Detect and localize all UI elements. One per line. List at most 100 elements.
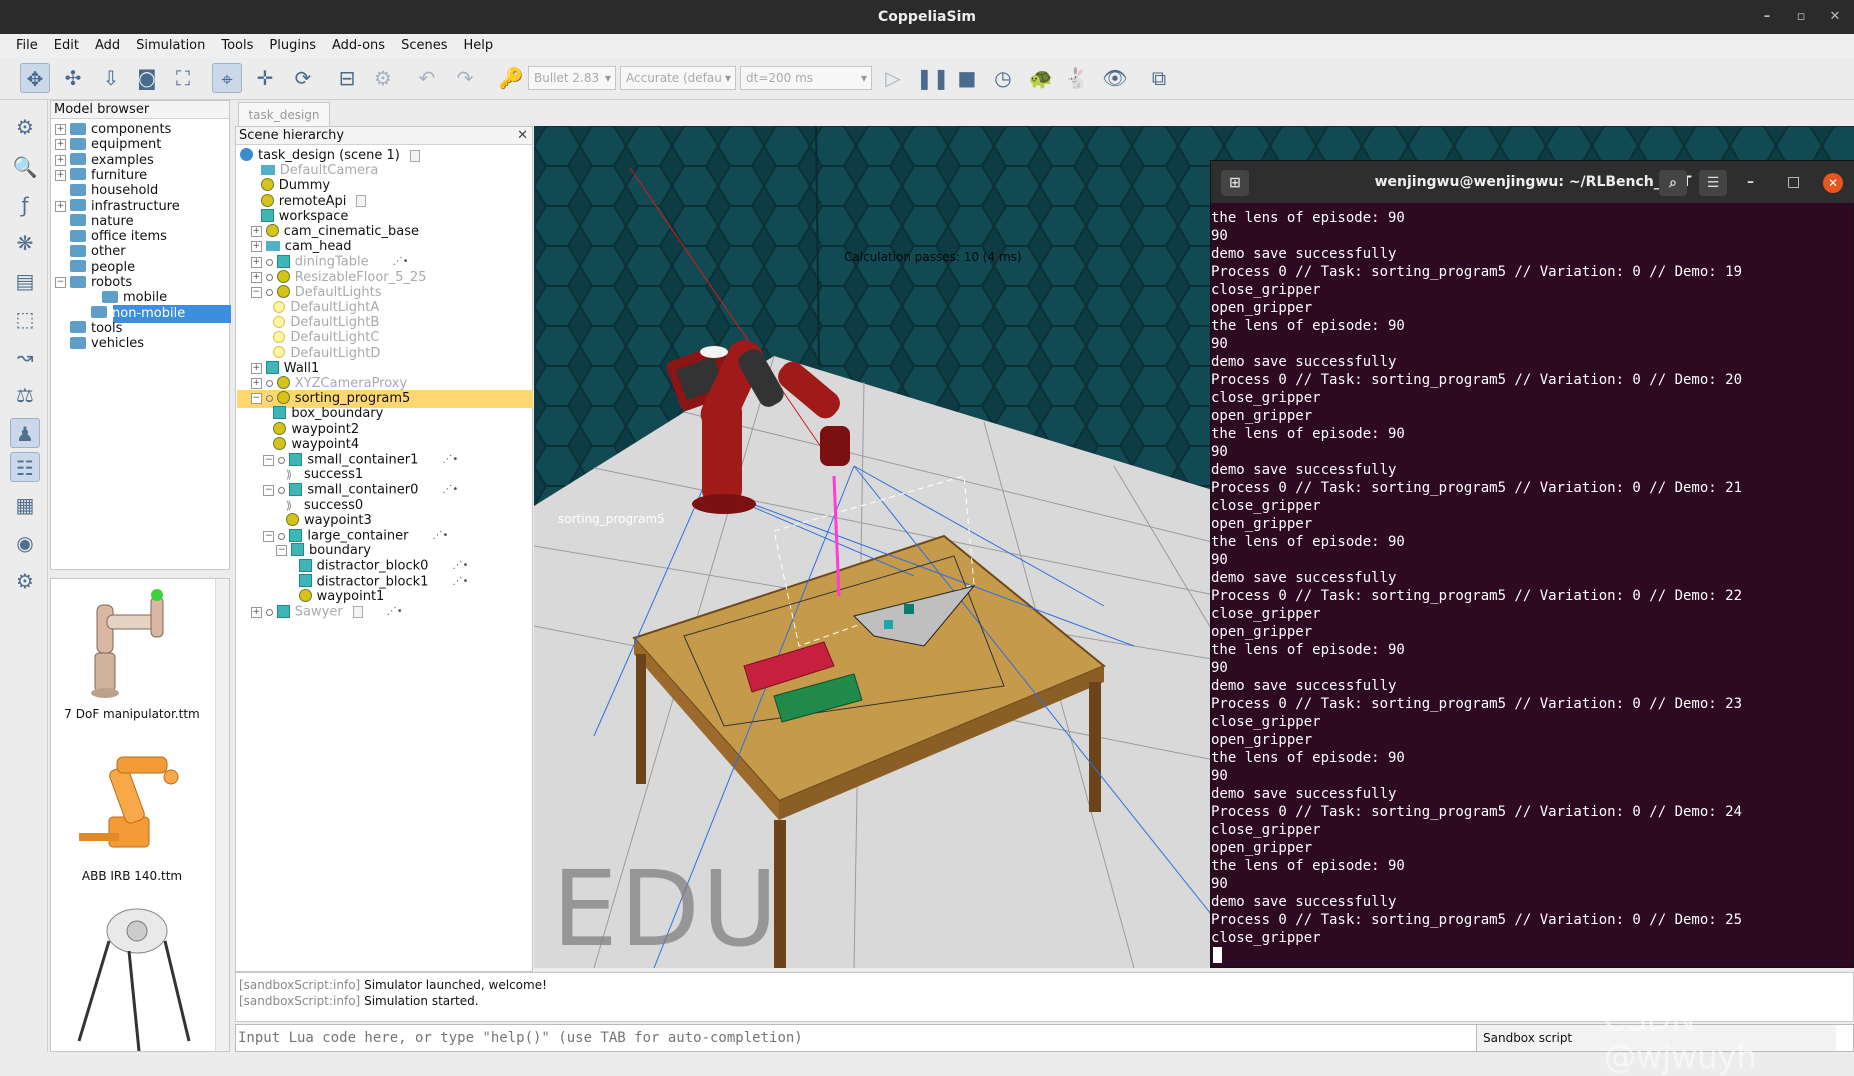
camera-pan-icon[interactable]: ✥ xyxy=(20,63,50,93)
abb-irb140-thumbnail[interactable] xyxy=(59,737,209,857)
new-tab-icon[interactable]: ⊞ xyxy=(1221,170,1249,196)
scene-hierarchy-toggle-icon[interactable]: ☷ xyxy=(10,452,40,482)
hierarchy-item-label: workspace xyxy=(278,208,349,224)
redo-icon[interactable]: ↷ xyxy=(450,63,480,93)
expand-icon[interactable]: − xyxy=(276,545,287,557)
collections-icon[interactable]: ⚖ xyxy=(10,380,40,410)
accuracy-select[interactable]: Accurate (defau xyxy=(620,66,736,90)
physics-engine-icon[interactable]: 🔑 xyxy=(496,63,526,93)
expand-icon[interactable]: − xyxy=(55,277,66,288)
script-icon[interactable] xyxy=(352,606,363,618)
slower-icon[interactable]: 🐢 xyxy=(1026,63,1056,93)
layers-icon[interactable]: ▦ xyxy=(10,490,40,520)
shape-edit-icon[interactable]: ❋ xyxy=(10,228,40,258)
camera-angle-icon[interactable]: ◙ xyxy=(132,63,162,93)
model-base-icon xyxy=(278,532,286,540)
expand-icon[interactable]: − xyxy=(263,484,275,496)
close-icon[interactable]: ✕ xyxy=(1826,8,1844,26)
folder-label: other xyxy=(91,244,126,260)
menu-scenes[interactable]: Scenes xyxy=(393,34,455,58)
menu-help[interactable]: Help xyxy=(455,34,501,58)
menu-add[interactable]: Add xyxy=(87,34,128,58)
faster-icon[interactable]: 🐇 xyxy=(1062,63,1092,93)
model-base-icon xyxy=(278,486,286,494)
maximize-icon[interactable]: □ xyxy=(1787,161,1800,203)
expand-icon[interactable]: + xyxy=(55,139,66,151)
selection-icon[interactable]: ⬚ xyxy=(10,304,40,334)
expand-icon[interactable]: + xyxy=(250,256,262,268)
expand-icon[interactable]: + xyxy=(250,362,262,374)
expand-icon[interactable]: + xyxy=(250,606,262,618)
hierarchy-item-label: success1 xyxy=(304,467,364,483)
shape-icon xyxy=(276,604,290,618)
script-icon[interactable] xyxy=(409,149,420,162)
menu-plugins[interactable]: Plugins xyxy=(261,34,324,58)
expand-icon[interactable]: + xyxy=(55,124,66,135)
model-folder-vehicles[interactable]: vehicles xyxy=(51,335,144,353)
pause-icon[interactable]: ❚❚ xyxy=(916,63,950,93)
terminal-line: the lens of episode: 90 xyxy=(1211,750,1405,766)
hierarchy-item[interactable]: + Sawyer ⋰• xyxy=(250,603,403,621)
expand-icon[interactable]: + xyxy=(55,154,66,166)
expand-icon[interactable]: + xyxy=(250,271,262,283)
camera-shift-icon[interactable]: ⇩ xyxy=(96,63,126,93)
expand-icon[interactable]: + xyxy=(55,200,66,212)
click-select-icon[interactable]: ⌖ xyxy=(212,63,242,93)
menu-addons[interactable]: Add-ons xyxy=(324,34,393,58)
model-folder-non-mobile[interactable]: non-mobile xyxy=(91,304,231,323)
expand-icon[interactable]: + xyxy=(55,169,66,181)
script-icon[interactable] xyxy=(356,195,367,208)
engine-select[interactable]: Bullet 2.83 xyxy=(528,66,616,90)
scene-icon xyxy=(240,148,253,161)
visualization-icon[interactable]: 👁 xyxy=(1100,63,1130,93)
realtime-icon[interactable]: ◷ xyxy=(988,63,1018,93)
delta-robot-thumbnail[interactable] xyxy=(59,901,209,1051)
scene-switch-icon[interactable]: ⧉ xyxy=(1144,63,1174,93)
7dof-manipulator-thumbnail[interactable] xyxy=(59,585,209,703)
stop-icon[interactable]: ■ xyxy=(952,63,982,93)
expand-icon[interactable]: + xyxy=(250,241,262,253)
video-recorder-icon[interactable]: ◉ xyxy=(10,528,40,558)
fit-to-view-icon[interactable]: ⛶ xyxy=(168,63,198,93)
expand-icon[interactable]: − xyxy=(263,454,275,466)
model-browser-toggle-icon[interactable]: ♟ xyxy=(10,418,40,448)
transfer-dna-icon[interactable]: ⚙ xyxy=(368,63,398,93)
scene-object-properties-icon[interactable]: ⚙ xyxy=(10,112,40,142)
close-icon[interactable]: ✕ xyxy=(517,127,528,145)
console-line: [sandboxScript:info] Simulator launched,… xyxy=(239,977,1850,993)
camera-rotate-icon[interactable]: ✣ xyxy=(58,63,88,93)
undo-icon[interactable]: ↶ xyxy=(412,63,442,93)
path-icon[interactable]: ↝ xyxy=(10,342,40,372)
object-rotate-icon[interactable]: ⟳ xyxy=(288,63,318,93)
scene-tab[interactable]: task_design xyxy=(238,102,330,126)
expand-icon[interactable]: − xyxy=(250,286,262,298)
scripts-icon[interactable]: ƒ xyxy=(10,190,40,220)
terminal-line: close_gripper xyxy=(1211,714,1321,730)
menu-simulation[interactable]: Simulation xyxy=(128,34,213,58)
expand-icon[interactable]: + xyxy=(250,226,262,237)
object-shift-icon[interactable]: ✛ xyxy=(250,63,280,93)
assemble-icon[interactable]: ⊟ xyxy=(332,63,362,93)
expand-icon[interactable]: − xyxy=(263,530,275,542)
menu-icon[interactable]: ☰ xyxy=(1699,170,1727,196)
play-icon[interactable]: ▷ xyxy=(878,63,908,93)
restore-icon[interactable]: ▫ xyxy=(1792,8,1810,26)
user-settings-icon[interactable]: ⚙ xyxy=(10,566,40,596)
page-icon[interactable]: ▤ xyxy=(10,266,40,296)
terminal-window[interactable]: ⊞ wenjingwu@wenjingwu: ~/RLBench_ACT ⌕ ☰… xyxy=(1210,160,1854,968)
calculation-modules-icon[interactable]: 🔍 xyxy=(10,152,40,182)
search-icon[interactable]: ⌕ xyxy=(1659,170,1687,196)
menu-file[interactable]: File xyxy=(8,34,46,58)
hierarchy-item-label: remoteApi xyxy=(278,193,347,209)
expand-icon[interactable]: + xyxy=(250,378,262,389)
menu-tools[interactable]: Tools xyxy=(213,34,261,58)
minimize-icon[interactable]: – xyxy=(1747,161,1754,203)
hierarchy-item-label: cam_head xyxy=(284,239,352,255)
timestep-select[interactable]: dt=200 ms xyxy=(740,66,872,90)
expand-icon[interactable]: − xyxy=(250,393,262,405)
minimize-icon[interactable]: – xyxy=(1758,8,1776,26)
lua-input[interactable] xyxy=(236,1025,1476,1051)
thumbnail-scrollbar[interactable] xyxy=(215,579,229,1051)
menu-edit[interactable]: Edit xyxy=(46,34,87,58)
close-icon[interactable]: ✕ xyxy=(1823,173,1843,193)
